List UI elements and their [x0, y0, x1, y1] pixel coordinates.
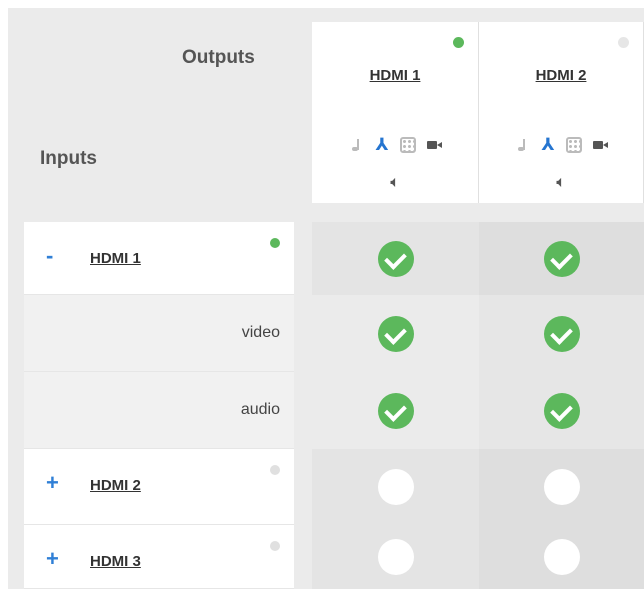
music-note-icon[interactable] [514, 137, 530, 153]
output-name-link[interactable]: HDMI 2 [479, 67, 643, 84]
subrow-label: video [241, 324, 280, 341]
speaker-icon[interactable]: 🔈︎ [479, 174, 643, 192]
output-card-hdmi-2[interactable]: HDMI 2 ⅄ 🔈︎ [479, 22, 644, 203]
input-name-link[interactable]: HDMI 1 [90, 250, 141, 267]
route-row-audio [312, 372, 644, 449]
input-subrow-audio: audio [24, 372, 294, 449]
route-cell[interactable] [312, 295, 479, 372]
empty-circle-icon[interactable] [377, 539, 414, 575]
music-note-icon[interactable] [348, 137, 364, 153]
check-icon[interactable] [377, 315, 414, 352]
route-cell[interactable] [479, 449, 644, 525]
subrow-label: audio [240, 401, 280, 418]
expand-icon[interactable]: + [46, 472, 59, 494]
route-cell[interactable] [312, 449, 479, 525]
input-status-led [270, 541, 280, 551]
usb-icon[interactable]: ⅄ [374, 136, 390, 153]
route-row-video [312, 295, 644, 372]
check-icon[interactable] [543, 392, 580, 429]
output-signal-icons: ⅄ [312, 136, 478, 153]
camera-icon[interactable] [426, 137, 442, 153]
inputs-heading: Inputs [40, 148, 97, 169]
empty-circle-icon[interactable] [377, 469, 414, 505]
empty-circle-icon[interactable] [543, 469, 580, 505]
route-cell[interactable] [479, 295, 644, 372]
usb-icon[interactable]: ⅄ [540, 136, 556, 153]
output-status-led [618, 37, 629, 48]
collapse-icon[interactable]: - [46, 245, 53, 267]
input-status-led [270, 465, 280, 475]
route-row-hdmi-1 [312, 222, 644, 295]
input-name-link[interactable]: HDMI 2 [90, 477, 141, 494]
input-subrow-video: video [24, 295, 294, 372]
route-cell[interactable] [479, 372, 644, 449]
expand-icon[interactable]: + [46, 548, 59, 570]
input-name-link[interactable]: HDMI 3 [90, 553, 141, 570]
output-name-link[interactable]: HDMI 1 [312, 67, 478, 84]
route-cell[interactable] [312, 525, 479, 589]
empty-circle-icon[interactable] [543, 539, 580, 575]
grid-icon[interactable] [566, 137, 582, 153]
input-status-led [270, 238, 280, 248]
route-row-hdmi-3 [312, 525, 644, 589]
check-icon[interactable] [543, 240, 580, 277]
check-icon[interactable] [543, 315, 580, 352]
output-card-hdmi-1[interactable]: HDMI 1 ⅄ 🔈︎ [312, 22, 479, 203]
check-icon[interactable] [377, 392, 414, 429]
grid-icon[interactable] [400, 137, 416, 153]
route-cell[interactable] [312, 222, 479, 295]
route-cell[interactable] [479, 222, 644, 295]
output-signal-icons: ⅄ [479, 136, 643, 153]
route-cell[interactable] [479, 525, 644, 589]
route-row-hdmi-2 [312, 449, 644, 525]
speaker-icon[interactable]: 🔈︎ [312, 174, 478, 192]
route-cell[interactable] [312, 372, 479, 449]
input-row-hdmi-1[interactable]: - HDMI 1 [24, 222, 294, 295]
input-row-hdmi-2[interactable]: + HDMI 2 [24, 449, 294, 525]
input-row-hdmi-3[interactable]: + HDMI 3 [24, 525, 294, 589]
check-icon[interactable] [377, 240, 414, 277]
outputs-heading: Outputs [182, 47, 255, 68]
camera-icon[interactable] [592, 137, 608, 153]
output-status-led [453, 37, 464, 48]
